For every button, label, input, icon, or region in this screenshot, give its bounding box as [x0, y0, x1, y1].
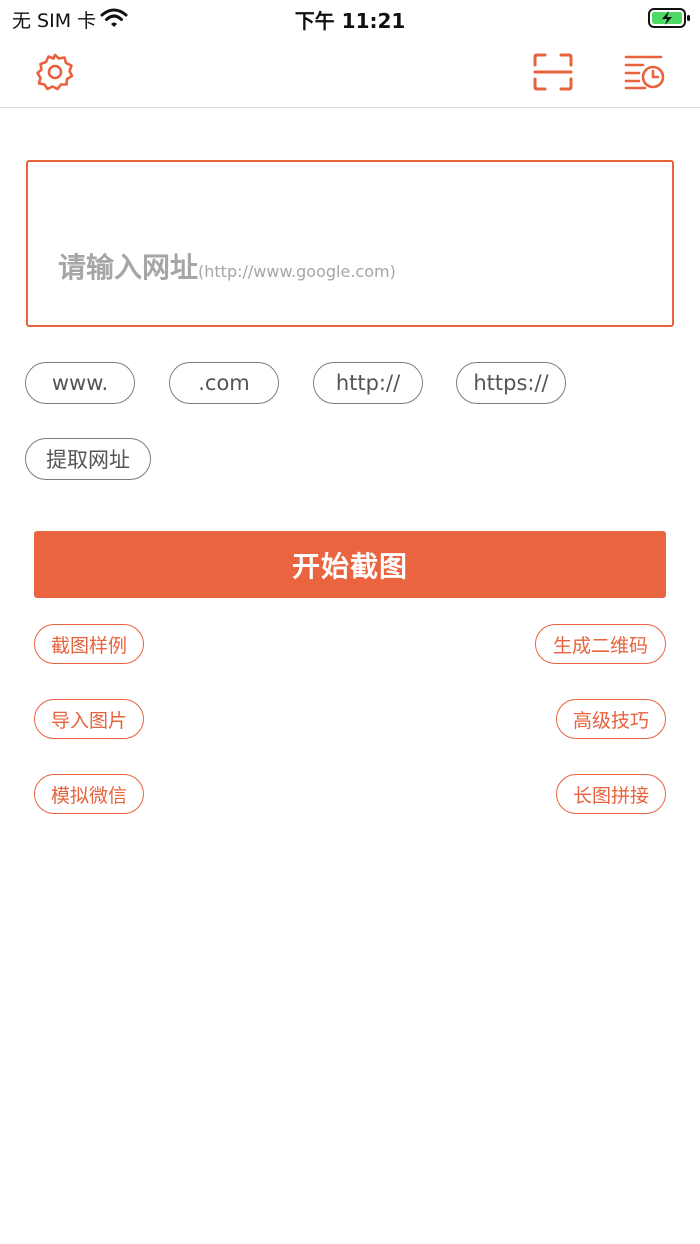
simulate-wechat-button[interactable]: 模拟微信: [34, 774, 144, 814]
chip-https[interactable]: https://: [456, 362, 566, 404]
url-placeholder: 请输入网址(http://www.google.com): [58, 246, 396, 286]
import-image-button[interactable]: 导入图片: [34, 699, 144, 739]
advanced-tips-button[interactable]: 高级技巧: [556, 699, 666, 739]
battery-charging-icon: [648, 7, 692, 33]
chip-dotcom[interactable]: .com: [169, 362, 279, 404]
status-bar: 无 SIM 卡 下午 11:21: [0, 0, 700, 36]
history-button[interactable]: [623, 50, 667, 94]
start-screenshot-button[interactable]: 开始截图: [34, 531, 666, 598]
url-placeholder-main: 请输入网址: [58, 251, 199, 284]
extract-url-button[interactable]: 提取网址: [25, 438, 151, 480]
status-time: 下午 11:21: [294, 9, 406, 33]
sample-screenshot-button[interactable]: 截图样例: [34, 624, 144, 664]
url-input[interactable]: 请输入网址(http://www.google.com): [26, 160, 674, 327]
history-list-icon: [624, 55, 665, 90]
scan-button[interactable]: [531, 50, 575, 94]
url-placeholder-hint: (http://www.google.com): [198, 262, 396, 281]
generate-qr-button[interactable]: 生成二维码: [535, 624, 666, 664]
gear-icon: [36, 53, 74, 91]
scan-frame-icon: [533, 53, 573, 91]
chip-www[interactable]: www.: [25, 362, 135, 404]
top-toolbar: [0, 36, 700, 108]
settings-button[interactable]: [33, 50, 77, 94]
chip-http[interactable]: http://: [313, 362, 423, 404]
long-stitch-button[interactable]: 长图拼接: [556, 774, 666, 814]
